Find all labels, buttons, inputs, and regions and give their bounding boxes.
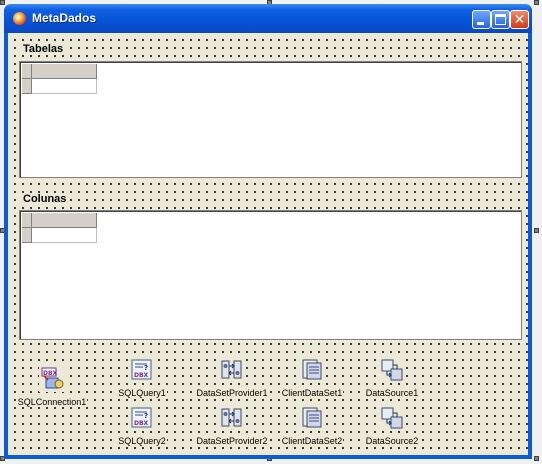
client-dataset-icon	[299, 357, 325, 383]
datasource-icon	[379, 405, 405, 431]
datasource-icon	[379, 357, 405, 383]
component-clientdataset1[interactable]: ClientDataSet1	[272, 357, 352, 401]
window-title: MetaDados	[32, 11, 97, 25]
svg-text:DBX: DBX	[134, 420, 149, 427]
tabelas-label: Tabelas	[22, 43, 65, 55]
close-button[interactable]: ✕	[510, 10, 529, 29]
component-label: DataSetProvider1	[195, 388, 269, 398]
minimize-icon	[477, 22, 484, 25]
tabelas-grid[interactable]	[19, 61, 522, 178]
component-label: SQLConnection1	[16, 397, 88, 407]
maximize-icon	[495, 14, 506, 25]
resize-handle-top-left[interactable]	[0, 0, 5, 5]
svg-text:?: ?	[144, 412, 148, 420]
sql-connection-icon: DBX	[39, 366, 65, 392]
component-sqlquery1[interactable]: ? DBX SQLQuery1	[102, 357, 182, 401]
dataset-provider-icon	[219, 405, 245, 431]
component-label: SQLQuery2	[117, 436, 167, 446]
component-sqlconnection1[interactable]: DBX SQLConnection1	[12, 366, 92, 410]
resize-handle-bottom-right[interactable]	[534, 456, 539, 461]
grid-cell[interactable]	[32, 79, 97, 94]
sql-query-icon: ? DBX	[129, 357, 155, 383]
grid-fixed-corner	[22, 64, 32, 79]
component-label: SQLQuery1	[117, 388, 167, 398]
component-label: DataSource1	[364, 388, 420, 398]
sql-query-icon: ? DBX	[129, 405, 155, 431]
svg-text:DBX: DBX	[134, 372, 149, 379]
grid-column-header[interactable]	[32, 64, 97, 79]
maximize-button[interactable]	[491, 10, 510, 29]
title-bar[interactable]: MetaDados ✕	[4, 4, 532, 33]
component-label: DataSetProvider2	[195, 436, 269, 446]
component-clientdataset2[interactable]: ClientDataSet2	[272, 405, 352, 449]
component-datasetprovider2[interactable]: DataSetProvider2	[192, 405, 272, 449]
grid-fixed-corner	[22, 213, 32, 228]
client-dataset-icon	[299, 405, 325, 431]
component-label: DataSource2	[364, 436, 420, 446]
colunas-label: Colunas	[22, 193, 68, 205]
minimize-button[interactable]	[472, 10, 491, 29]
svg-text:DBX: DBX	[43, 370, 58, 377]
app-icon	[13, 12, 26, 25]
component-datasource2[interactable]: DataSource2	[352, 405, 432, 449]
svg-text:?: ?	[144, 364, 148, 372]
component-datasetprovider1[interactable]: DataSetProvider1	[192, 357, 272, 401]
grid-row-indicator[interactable]	[22, 79, 32, 94]
resize-handle-middle-right[interactable]	[534, 228, 539, 233]
component-datasource1[interactable]: DataSource1	[352, 357, 432, 401]
form-client-area[interactable]: Tabelas Colunas DBX SQLConnection1 ? DBX…	[8, 33, 528, 455]
close-icon: ✕	[513, 11, 526, 27]
grid-column-header[interactable]	[32, 213, 97, 228]
colunas-grid[interactable]	[19, 210, 522, 340]
component-sqlquery2[interactable]: ? DBX SQLQuery2	[102, 405, 182, 449]
resize-handle-top-right[interactable]	[534, 0, 539, 5]
dataset-provider-icon	[219, 357, 245, 383]
grid-row-indicator[interactable]	[22, 228, 32, 243]
grid-cell[interactable]	[32, 228, 97, 243]
component-label: ClientDataSet2	[280, 436, 344, 446]
component-label: ClientDataSet1	[280, 388, 344, 398]
form-window: MetaDados ✕ Tabelas Colunas DBX SQLConne…	[4, 4, 532, 459]
